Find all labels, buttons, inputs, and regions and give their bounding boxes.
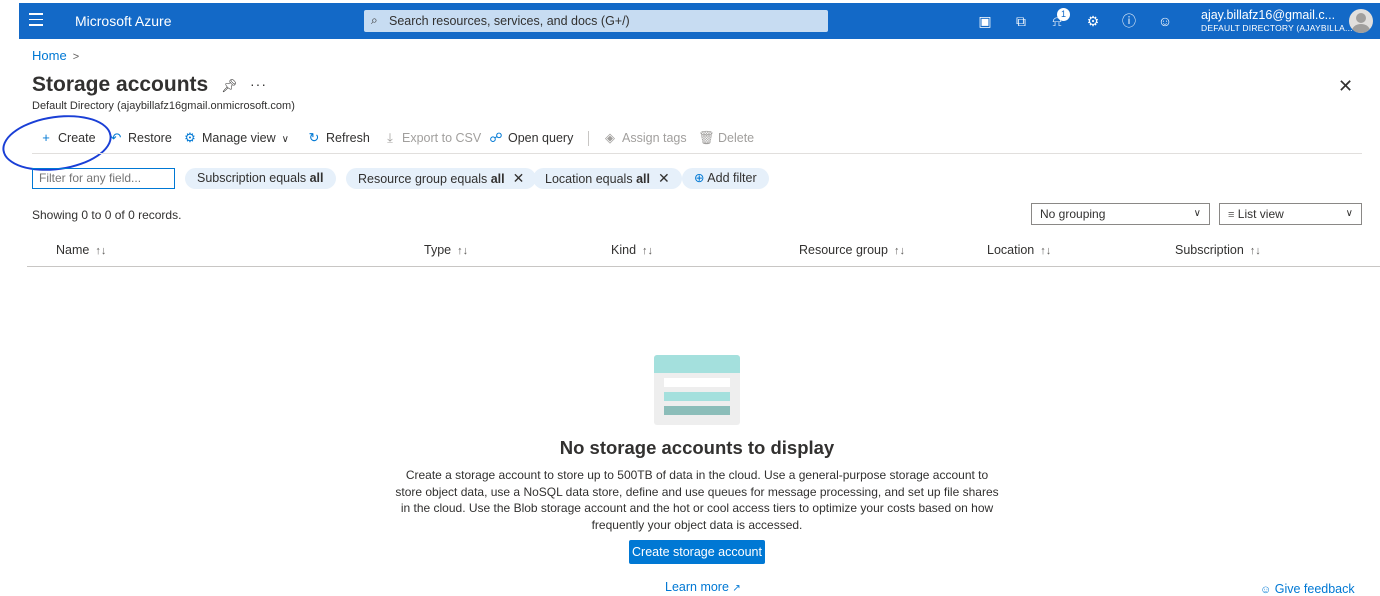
breadcrumb-home-link[interactable]: Home: [32, 48, 67, 63]
directory-filter-icon[interactable]: ⧉: [1012, 12, 1030, 30]
chevron-down-icon: ∨: [1193, 208, 1201, 219]
sort-icon: ↑↓: [457, 245, 469, 257]
column-header-resource-group[interactable]: Resource group ↑↓: [799, 243, 905, 257]
external-link-icon: ↗: [732, 583, 741, 594]
records-count: Showing 0 to 0 of 0 records.: [32, 208, 182, 222]
account-info[interactable]: ajay.billafz16@gmail.c... DEFAULT DIRECT…: [1201, 8, 1353, 33]
help-icon[interactable]: ⓘ: [1120, 12, 1138, 30]
sort-icon: ↑↓: [1249, 245, 1261, 257]
refresh-icon: ↻: [308, 130, 320, 145]
chevron-down-icon: ∨: [281, 134, 289, 145]
column-header-name[interactable]: Name ↑↓: [56, 243, 106, 257]
add-filter-button[interactable]: ⊕ Add filter: [682, 168, 769, 189]
empty-state-description: Create a storage account to store up to …: [395, 468, 999, 532]
tag-icon: ◈: [605, 130, 615, 145]
feedback-icon[interactable]: ☺: [1156, 12, 1174, 30]
menu-icon[interactable]: [29, 13, 43, 27]
add-filter-icon: ⊕: [694, 171, 705, 185]
resource-group-filter-pill[interactable]: Resource group equals all ✕: [346, 168, 537, 189]
gear-icon[interactable]: ⚙: [1084, 12, 1102, 30]
restore-icon: ↶: [110, 130, 122, 145]
cloud-shell-icon[interactable]: ▣: [976, 12, 994, 30]
toolbar-divider-line: [32, 153, 1362, 154]
toolbar-divider: [588, 131, 589, 146]
account-directory: DEFAULT DIRECTORY (AJAYBILLA...: [1201, 23, 1353, 33]
breadcrumb-separator-icon: >: [72, 51, 80, 63]
notification-count-badge: 1: [1057, 8, 1070, 21]
avatar[interactable]: [1349, 9, 1373, 33]
plus-icon: +: [42, 130, 50, 145]
sort-icon: ↑↓: [95, 245, 107, 257]
column-header-location[interactable]: Location ↑↓: [987, 243, 1051, 257]
export-csv-button[interactable]: ⤓ Export to CSV: [382, 127, 481, 149]
pin-icon[interactable]: 📌︎: [221, 78, 238, 94]
sort-icon: ↑↓: [642, 245, 654, 257]
list-icon: ≡: [1228, 209, 1235, 221]
page-title: Storage accounts: [32, 73, 209, 96]
assign-tags-button[interactable]: ◈ Assign tags: [602, 127, 687, 149]
create-button[interactable]: + Create: [38, 127, 95, 149]
filter-input-container: [32, 168, 175, 189]
more-options-icon[interactable]: ···: [250, 76, 267, 92]
global-search-box[interactable]: ⌕ Search resources, services, and docs (…: [364, 10, 828, 32]
search-placeholder: Search resources, services, and docs (G+…: [389, 14, 630, 28]
top-navigation-bar: Microsoft Azure ⌕ Search resources, serv…: [19, 3, 1380, 39]
trash-icon: 🗑︎: [698, 130, 715, 145]
breadcrumb: Home >: [32, 48, 79, 63]
download-icon: ⤓: [387, 130, 393, 145]
feedback-icon: ☺: [1260, 584, 1272, 596]
restore-button[interactable]: ↶ Restore: [108, 127, 172, 149]
open-query-button[interactable]: ☍ Open query: [488, 127, 573, 149]
gear-icon: ⚙: [184, 130, 196, 145]
learn-more-link[interactable]: Learn more ↗: [665, 580, 741, 594]
refresh-button[interactable]: ↻ Refresh: [306, 127, 370, 149]
storage-illustration-icon: [654, 355, 740, 425]
sort-icon: ↑↓: [1040, 245, 1052, 257]
close-icon[interactable]: ✕: [658, 170, 670, 186]
grouping-dropdown[interactable]: No grouping ∨: [1031, 203, 1210, 225]
sort-icon: ↑↓: [893, 245, 905, 257]
close-icon[interactable]: ✕: [1338, 76, 1353, 97]
give-feedback-link[interactable]: ☺ Give feedback: [1260, 582, 1355, 596]
filter-input[interactable]: [33, 169, 169, 186]
brand-name[interactable]: Microsoft Azure: [75, 13, 171, 29]
column-header-subscription[interactable]: Subscription ↑↓: [1175, 243, 1261, 257]
column-header-type[interactable]: Type ↑↓: [424, 243, 468, 257]
delete-button[interactable]: 🗑︎ Delete: [698, 127, 754, 149]
account-email: ajay.billafz16@gmail.c...: [1201, 8, 1336, 22]
view-dropdown[interactable]: ≡ List view ∨: [1219, 203, 1362, 225]
query-icon: ☍: [489, 130, 503, 145]
empty-state-title: No storage accounts to display: [559, 437, 835, 458]
manage-view-button[interactable]: ⚙ Manage view ∨: [182, 127, 289, 149]
chevron-down-icon: ∨: [1345, 208, 1353, 219]
close-icon[interactable]: ✕: [513, 170, 525, 186]
page-subtitle: Default Directory (ajaybillafz16gmail.on…: [32, 100, 295, 112]
create-storage-account-button[interactable]: Create storage account: [629, 540, 765, 564]
subscription-filter-pill[interactable]: Subscription equals all: [185, 168, 336, 189]
table-header: Name ↑↓ Type ↑↓ Kind ↑↓ Resource group ↑↓ Lo…: [27, 236, 1380, 267]
location-filter-pill[interactable]: Location equals all ✕: [533, 168, 682, 189]
search-icon: ⌕: [371, 13, 378, 27]
column-header-kind[interactable]: Kind ↑↓: [611, 243, 653, 257]
